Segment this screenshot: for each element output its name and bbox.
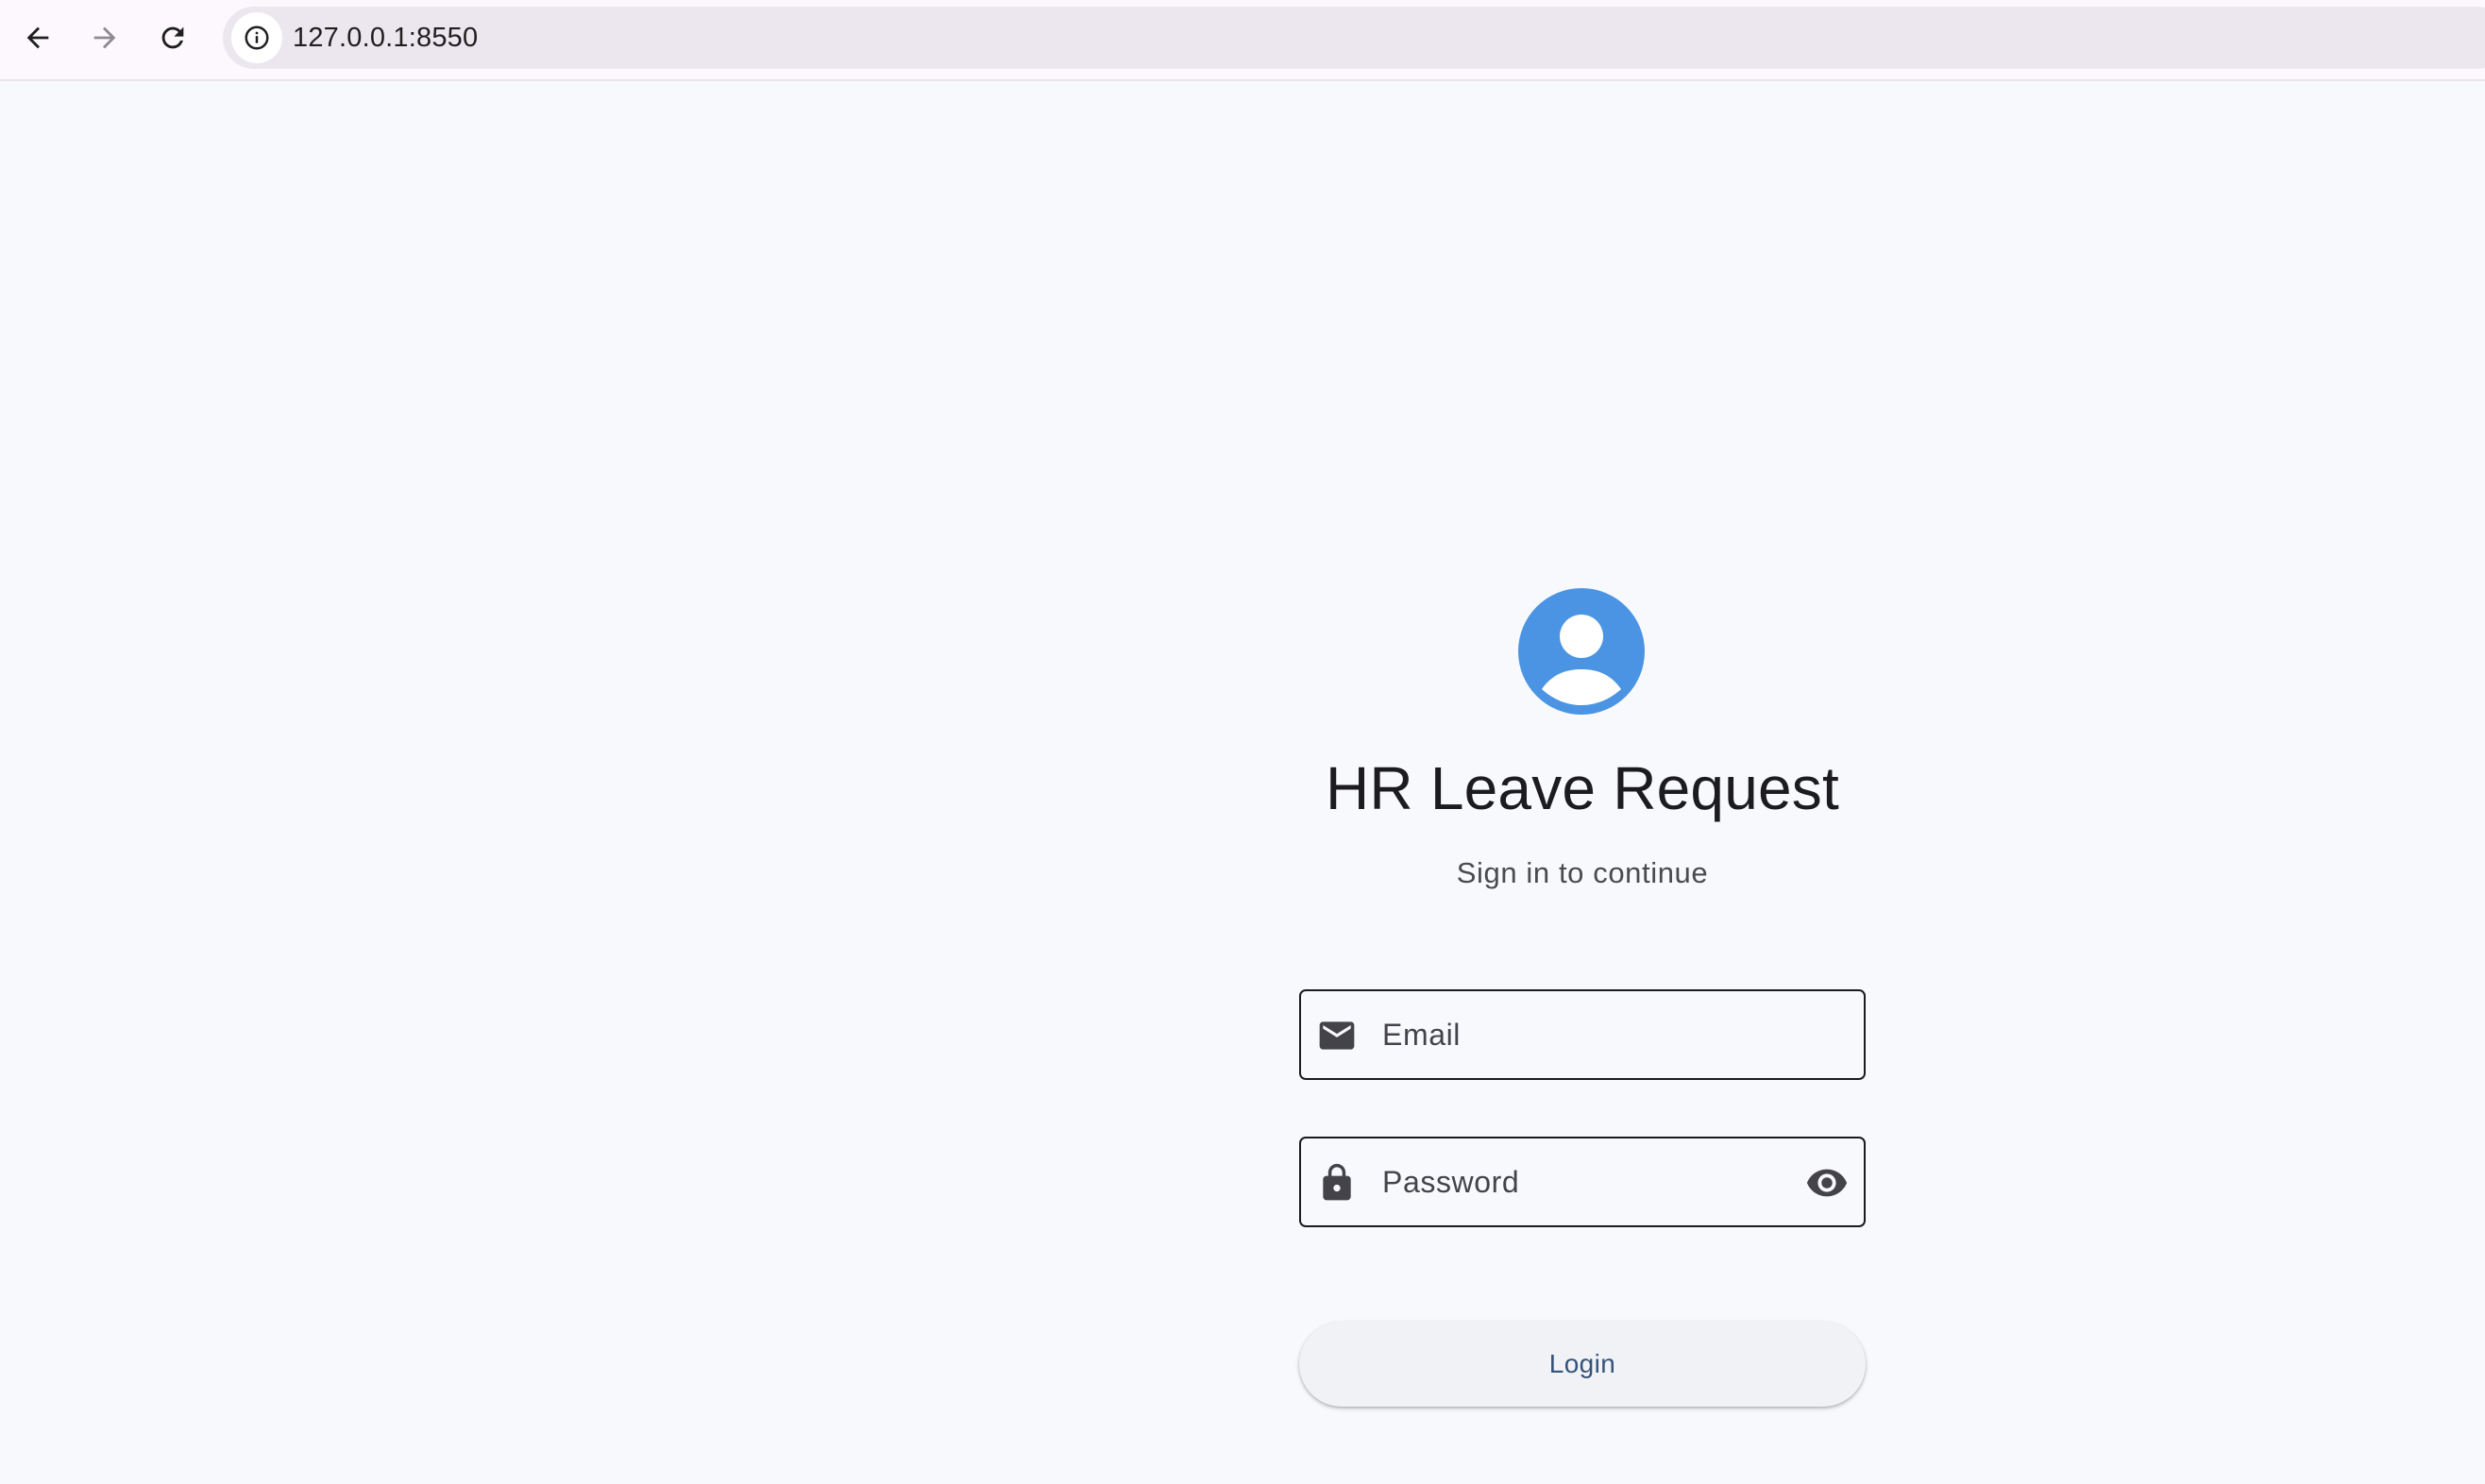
back-button[interactable] — [12, 12, 63, 63]
password-field[interactable] — [1299, 1137, 1866, 1227]
mail-icon — [1319, 1021, 1355, 1050]
reload-button[interactable] — [147, 12, 198, 63]
login-button[interactable]: Login — [1299, 1322, 1866, 1407]
url-text[interactable]: 127.0.0.1:8550 — [293, 7, 478, 69]
info-icon — [245, 25, 269, 50]
site-info-button[interactable] — [231, 12, 282, 63]
lock-icon — [1323, 1163, 1351, 1201]
page-subtitle: Sign in to continue — [1456, 856, 1709, 889]
arrow-left-icon — [26, 26, 49, 49]
eye-icon[interactable] — [1805, 1161, 1849, 1205]
email-field[interactable] — [1299, 989, 1866, 1080]
email-input[interactable] — [1382, 991, 1779, 1078]
address-bar[interactable]: 127.0.0.1:8550 — [223, 7, 2485, 69]
account-circle-icon — [1518, 588, 1645, 715]
arrow-right-icon — [93, 26, 116, 49]
password-input[interactable] — [1382, 1138, 1779, 1225]
page-title: HR Leave Request — [1326, 754, 1839, 822]
reload-icon — [161, 26, 184, 49]
forward-button[interactable] — [79, 12, 130, 63]
browser-toolbar: 127.0.0.1:8550 — [0, 0, 2485, 81]
